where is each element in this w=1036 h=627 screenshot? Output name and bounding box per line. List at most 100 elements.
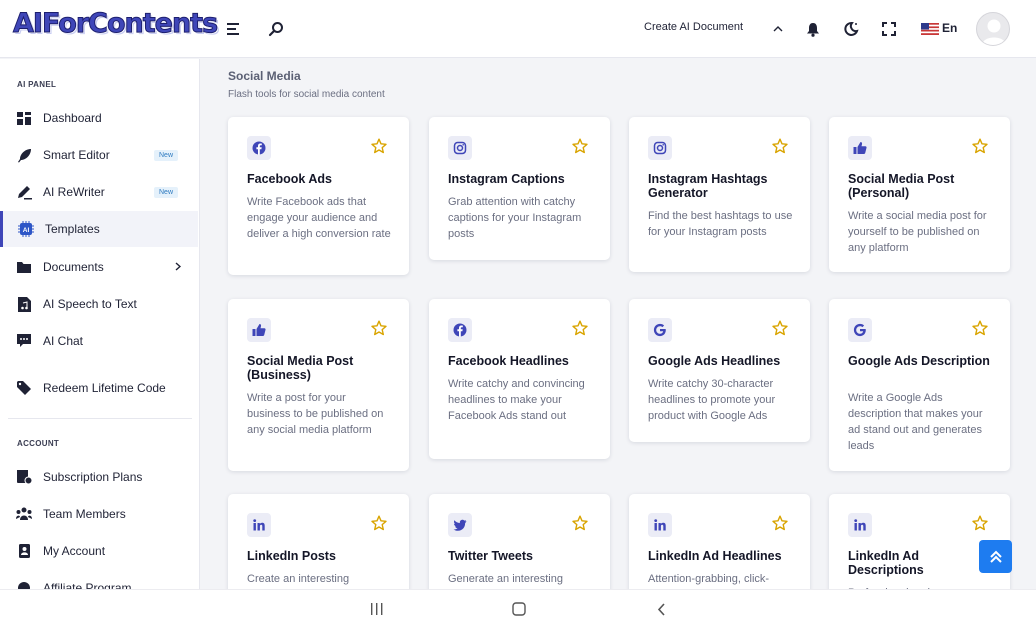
language-label[interactable]: En <box>942 21 957 35</box>
audio-file-icon <box>16 296 32 312</box>
instagram-icon <box>448 136 472 160</box>
twitter-icon <box>448 513 472 537</box>
card-description: Write a post for your business to be pub… <box>247 392 384 436</box>
recent-apps-icon[interactable] <box>364 598 388 620</box>
affiliate-icon <box>16 580 32 589</box>
template-card-social-media-post-business[interactable]: Social Media Post (Business) Write a post… <box>228 299 409 471</box>
sidebar-item-label: AI ReWriter <box>43 185 105 199</box>
template-card-google-ads-headlines[interactable]: Google Ads Headlines Write catchy 30-char… <box>629 299 810 442</box>
star-icon[interactable] <box>972 320 988 336</box>
card-description: Grab attention with catchy captions for … <box>448 196 582 240</box>
card-title: LinkedIn Posts <box>247 549 336 563</box>
home-icon[interactable] <box>507 598 531 620</box>
card-description: Write a Google Ads description that make… <box>848 392 983 452</box>
sidebar-item-subscription-plans[interactable]: Subscription Plans <box>0 459 198 495</box>
card-description: Create an interesting <box>247 573 350 585</box>
star-icon[interactable] <box>572 138 588 154</box>
card-title: Social Media Post (Personal) <box>848 172 955 200</box>
logo[interactable]: AIForContents <box>12 8 218 40</box>
system-navigation-bar <box>0 589 1036 627</box>
card-description: Write a social media post for yourself t… <box>848 210 987 254</box>
star-icon[interactable] <box>772 138 788 154</box>
pen-icon <box>16 184 32 200</box>
card-description: Write catchy and convincing headlines to… <box>448 378 585 422</box>
chat-icon <box>16 333 32 349</box>
sidebar-item-my-account[interactable]: My Account <box>0 533 198 569</box>
section-label-ai-panel: AI PANEL <box>17 80 57 89</box>
facebook-icon <box>448 318 472 342</box>
card-title: Google Ads Headlines <box>648 354 781 368</box>
sidebar-item-label: Templates <box>45 222 100 236</box>
account-icon <box>16 543 32 559</box>
team-icon <box>16 506 32 522</box>
star-icon[interactable] <box>772 320 788 336</box>
card-description: Find the best hashtags to use for your I… <box>648 210 793 238</box>
card-title: Social Media Post (Business) <box>247 354 354 382</box>
card-title: LinkedIn Ad Headlines <box>648 549 782 563</box>
google-icon <box>848 318 872 342</box>
sidebar-item-label: AI Speech to Text <box>43 297 137 311</box>
sidebar-item-label: Team Members <box>43 507 126 521</box>
sidebar-item-affiliate-program[interactable]: Affiliate Program <box>0 570 198 589</box>
create-ai-document-button[interactable]: Create AI Document <box>644 21 743 33</box>
sidebar-item-smart-editor[interactable]: Smart Editor New <box>0 137 198 173</box>
sidebar-item-ai-chat[interactable]: AI Chat <box>0 323 198 359</box>
bell-icon[interactable] <box>801 17 825 41</box>
template-card-linkedin-posts[interactable]: LinkedIn Posts Create an interesting <box>228 494 409 589</box>
menu-icon[interactable] <box>222 17 246 41</box>
template-card-facebook-ads[interactable]: Facebook Ads Write Facebook ads that enga… <box>228 117 409 275</box>
template-card-instagram-hashtags-generator[interactable]: Instagram Hashtags Generator Find the bes… <box>629 117 810 272</box>
template-card-linkedin-ad-headlines[interactable]: LinkedIn Ad Headlines Attention-grabbing,… <box>629 494 810 589</box>
star-icon[interactable] <box>772 515 788 531</box>
template-card-social-media-post-personal[interactable]: Social Media Post (Personal) Write a soci… <box>829 117 1010 272</box>
thumbs-up-icon <box>848 136 872 160</box>
avatar[interactable] <box>976 12 1010 46</box>
sidebar-item-team-members[interactable]: Team Members <box>0 496 198 532</box>
sidebar-item-ai-rewriter[interactable]: AI ReWriter New <box>0 174 198 210</box>
star-icon[interactable] <box>572 515 588 531</box>
fullscreen-icon[interactable] <box>877 17 901 41</box>
main-content: Social Media Flash tools for social medi… <box>201 59 1036 589</box>
star-icon[interactable] <box>371 515 387 531</box>
svg-text:AI: AI <box>23 227 30 234</box>
card-title: Twitter Tweets <box>448 549 533 563</box>
linkedin-icon <box>247 513 271 537</box>
chevron-right-icon <box>175 258 182 276</box>
card-description: Write catchy 30-character headlines to p… <box>648 378 776 422</box>
template-card-facebook-headlines[interactable]: Facebook Headlines Write catchy and convi… <box>429 299 610 459</box>
sidebar-item-label: AI Chat <box>43 334 84 348</box>
star-icon[interactable] <box>572 320 588 336</box>
instagram-icon <box>648 136 672 160</box>
star-icon[interactable] <box>972 138 988 154</box>
back-icon[interactable] <box>649 598 673 620</box>
sidebar-item-redeem-lifetime-code[interactable]: Redeem Lifetime Code <box>0 370 198 406</box>
sidebar-item-label: Subscription Plans <box>43 470 143 484</box>
sidebar-divider <box>8 418 192 419</box>
scroll-to-top-button[interactable] <box>979 540 1012 573</box>
card-title: Instagram Captions <box>448 172 565 186</box>
sidebar-item-documents[interactable]: Documents <box>0 249 198 285</box>
template-card-twitter-tweets[interactable]: Twitter Tweets Generate an interesting <box>429 494 610 589</box>
linkedin-icon <box>848 513 872 537</box>
sidebar-item-ai-speech-to-text[interactable]: AI Speech to Text <box>0 286 198 322</box>
section-label-account: ACCOUNT <box>17 439 60 448</box>
template-card-instagram-captions[interactable]: Instagram Captions Grab attention with ca… <box>429 117 610 260</box>
sidebar-item-dashboard[interactable]: Dashboard <box>0 100 198 136</box>
sidebar-item-templates[interactable]: AI Templates <box>0 211 198 247</box>
sidebar-item-label: My Account <box>43 544 106 558</box>
card-description: Attention-grabbing, click- <box>648 573 770 585</box>
sidebar-item-label: Redeem Lifetime Code <box>43 381 166 395</box>
sidebar-item-label: Affiliate Program <box>43 581 132 589</box>
tag-icon <box>16 380 32 396</box>
google-icon <box>648 318 672 342</box>
search-icon[interactable] <box>264 17 288 41</box>
star-icon[interactable] <box>371 320 387 336</box>
us-flag-icon[interactable] <box>918 17 942 41</box>
dark-mode-icon[interactable] <box>839 17 863 41</box>
star-icon[interactable] <box>371 138 387 154</box>
template-card-google-ads-description[interactable]: Google Ads Description Write a Google Ads… <box>829 299 1010 471</box>
chevron-up-icon[interactable] <box>766 17 790 41</box>
star-icon[interactable] <box>972 515 988 531</box>
feather-icon <box>16 147 32 163</box>
new-badge: New <box>154 149 179 161</box>
